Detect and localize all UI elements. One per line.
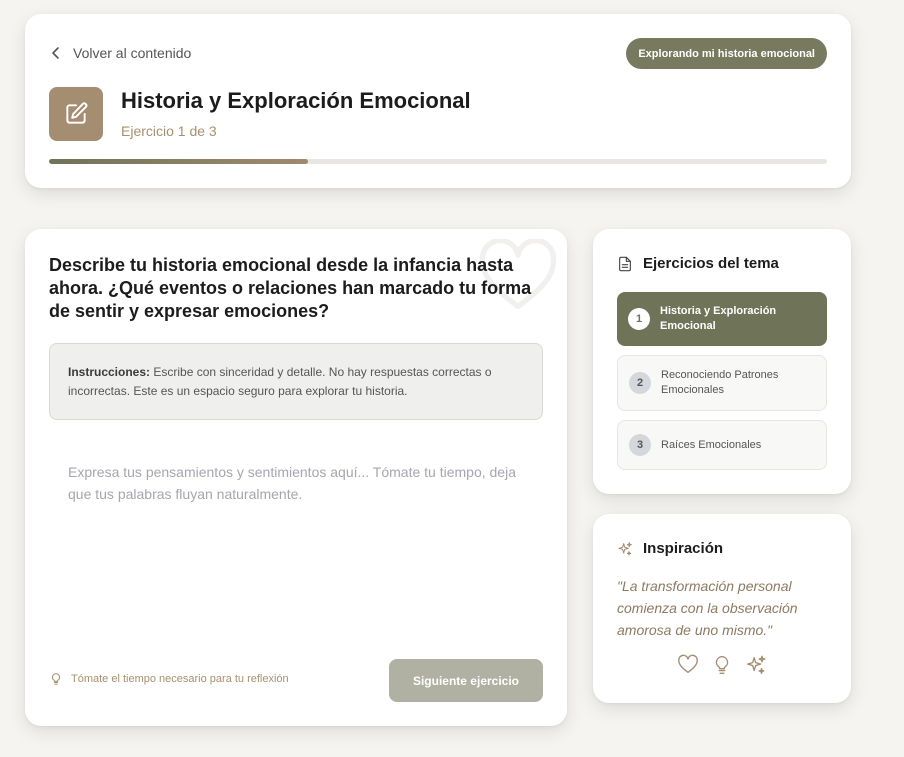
topic-exercises-card: Ejercicios del tema 1 Historia y Explora… — [593, 229, 851, 494]
back-link[interactable]: Volver al contenido — [49, 45, 191, 61]
instructions-label: Instrucciones: — [68, 365, 151, 379]
inspiration-icons — [677, 654, 767, 676]
exercise-item-label: Reconociendo Patrones Emocionales — [661, 369, 779, 396]
progress-fill — [49, 159, 309, 164]
progress-bar — [49, 159, 827, 164]
inspiration-quote: "La transformación personal comienza con… — [617, 578, 798, 638]
exercise-item-1[interactable]: 1 Historia y Exploración Emocional — [617, 292, 827, 346]
exercise-number: 1 — [628, 308, 650, 330]
lightbulb-icon — [711, 654, 733, 676]
inspiration-header: Inspiración — [617, 540, 723, 557]
chevron-left-icon — [52, 47, 59, 59]
topic-exercises-header: Ejercicios del tema — [617, 255, 779, 272]
sparkles-icon — [618, 541, 632, 556]
exercise-question: Describe tu historia emocional desde la … — [49, 255, 532, 321]
exercise-icon — [49, 87, 103, 141]
reflection-hint: Tómate el tiempo necesario para tu refle… — [49, 672, 289, 686]
inspiration-card: Inspiración "La transformación personal … — [593, 514, 851, 703]
exercise-item-label: Raíces Emocionales — [661, 438, 762, 451]
hint-text: Tómate el tiempo necesario para tu refle… — [71, 673, 289, 685]
inspiration-title: Inspiración — [643, 540, 724, 557]
next-exercise-button[interactable]: Siguiente ejercicio — [389, 659, 543, 702]
topic-exercises-title: Ejercicios del tema — [643, 255, 779, 272]
heart-icon — [677, 654, 699, 676]
sparkles-icon — [745, 654, 767, 676]
exercise-counter: Ejercicio 1 de 3 — [121, 123, 217, 139]
document-icon — [619, 256, 631, 271]
exercise-number: 2 — [629, 372, 651, 394]
topic-badge: Explorando mi historia emocional — [626, 38, 827, 69]
edit-icon — [66, 102, 88, 124]
instructions-box: Instrucciones: Escribe con sinceridad y … — [49, 343, 543, 420]
exercise-number: 3 — [629, 434, 651, 456]
reflection-input[interactable] — [49, 449, 543, 639]
exercise-item-3[interactable]: 3 Raíces Emocionales — [617, 420, 827, 470]
lightbulb-icon — [51, 673, 61, 685]
exercise-item-2[interactable]: 2 Reconociendo Patrones Emocionales — [617, 355, 827, 411]
exercise-card: Describe tu historia emocional desde la … — [25, 229, 567, 726]
back-link-label: Volver al contenido — [73, 45, 192, 61]
page-title: Historia y Exploración Emocional — [121, 88, 471, 113]
exercise-header-card: Volver al contenido Explorando mi histor… — [25, 14, 851, 188]
exercise-item-label: Historia y Exploración Emocional — [660, 305, 777, 332]
